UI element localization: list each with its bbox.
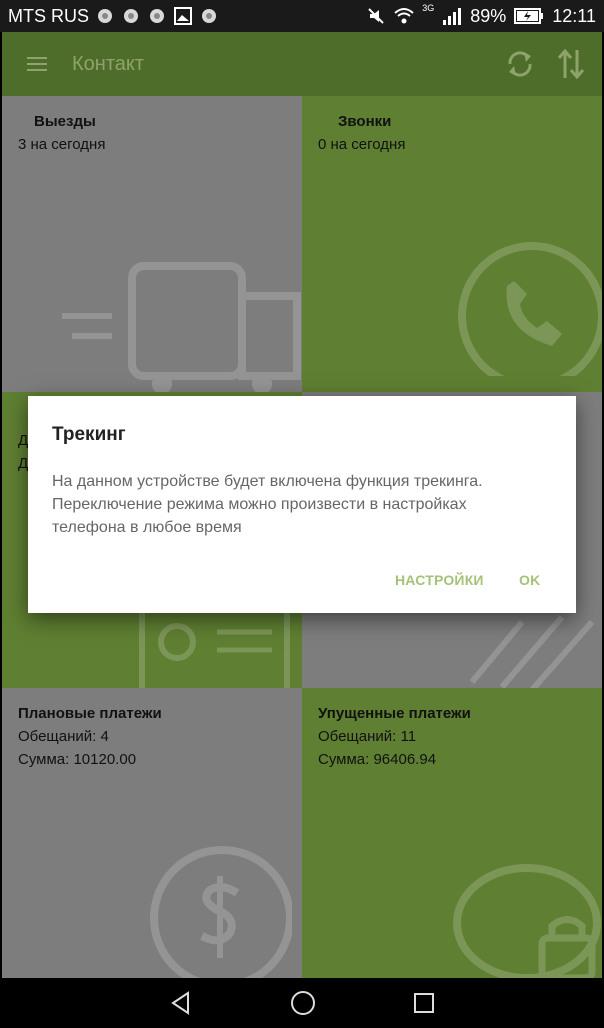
tile-title: Звонки	[338, 113, 392, 130]
notification-icon	[98, 9, 112, 23]
status-bar: MTS RUS 3G 89% 12:11	[0, 0, 604, 32]
tile-calls[interactable]: Звонки 0 на сегодня	[302, 96, 602, 392]
tile-title: Выезды	[34, 113, 96, 130]
menu-icon	[27, 57, 47, 71]
sort-icon[interactable]	[556, 46, 586, 82]
dollar-icon	[150, 846, 292, 978]
tile-subtitle: Обещаний: 11	[318, 728, 417, 745]
signal-icon	[443, 8, 462, 25]
id-card-icon	[139, 603, 290, 688]
tile-subtitle: Обещаний: 4	[18, 728, 109, 745]
dialog-message: На данном устройстве будет включена функ…	[52, 473, 483, 536]
notification-icon	[124, 9, 138, 23]
tile-trips[interactable]: Выезды 3 на сегодня	[2, 96, 302, 392]
tile-subtitle: 3 на сегодня	[18, 136, 106, 153]
tile-title: Плановые платежи	[18, 705, 162, 722]
recents-icon[interactable]	[412, 991, 436, 1015]
tracking-dialog: Трекинг На данном устройстве будет включ…	[28, 396, 576, 613]
mute-icon	[368, 8, 384, 24]
ok-button[interactable]: OK	[519, 572, 540, 588]
battery-icon	[514, 8, 544, 24]
phone-icon	[458, 242, 602, 376]
tile-amount: Сумма: 96406.94	[318, 751, 437, 768]
navigation-bar	[0, 978, 604, 1028]
network-type: 3G	[422, 3, 435, 13]
document-icon	[469, 615, 595, 688]
back-icon[interactable]	[168, 990, 194, 1016]
wifi-icon	[394, 8, 414, 24]
menu-button[interactable]	[2, 32, 72, 96]
tile-amount: Сумма: 10120.00	[18, 751, 137, 768]
notification-icon	[150, 9, 164, 23]
sync-icon[interactable]	[502, 46, 538, 82]
tile-missed-payments[interactable]: Упущенные платежи Обещаний: 11 Сумма: 96…	[302, 688, 602, 978]
tile-subtitle: 0 на сегодня	[318, 136, 406, 153]
truck-icon	[62, 262, 301, 392]
page-title: Контакт	[72, 52, 145, 75]
clock: 12:11	[552, 5, 596, 26]
notification-icon	[202, 9, 216, 23]
gallery-icon	[174, 7, 192, 25]
app-bar: Контакт	[2, 32, 602, 96]
settings-button[interactable]: НАСТРОЙКИ	[395, 572, 484, 588]
tile-planned-payments[interactable]: Плановые платежи Обещаний: 4 Сумма: 1012…	[2, 688, 302, 978]
battery-percent: 89%	[470, 5, 507, 26]
tile-title: Упущенные платежи	[318, 705, 471, 722]
carrier-name: MTS RUS	[8, 5, 89, 26]
tile-subtitle: Д	[18, 455, 29, 472]
home-icon[interactable]	[289, 989, 317, 1017]
tile-title: Д	[18, 432, 29, 449]
dialog-title: Трекинг	[52, 424, 126, 445]
piggy-bank-icon	[453, 864, 601, 978]
